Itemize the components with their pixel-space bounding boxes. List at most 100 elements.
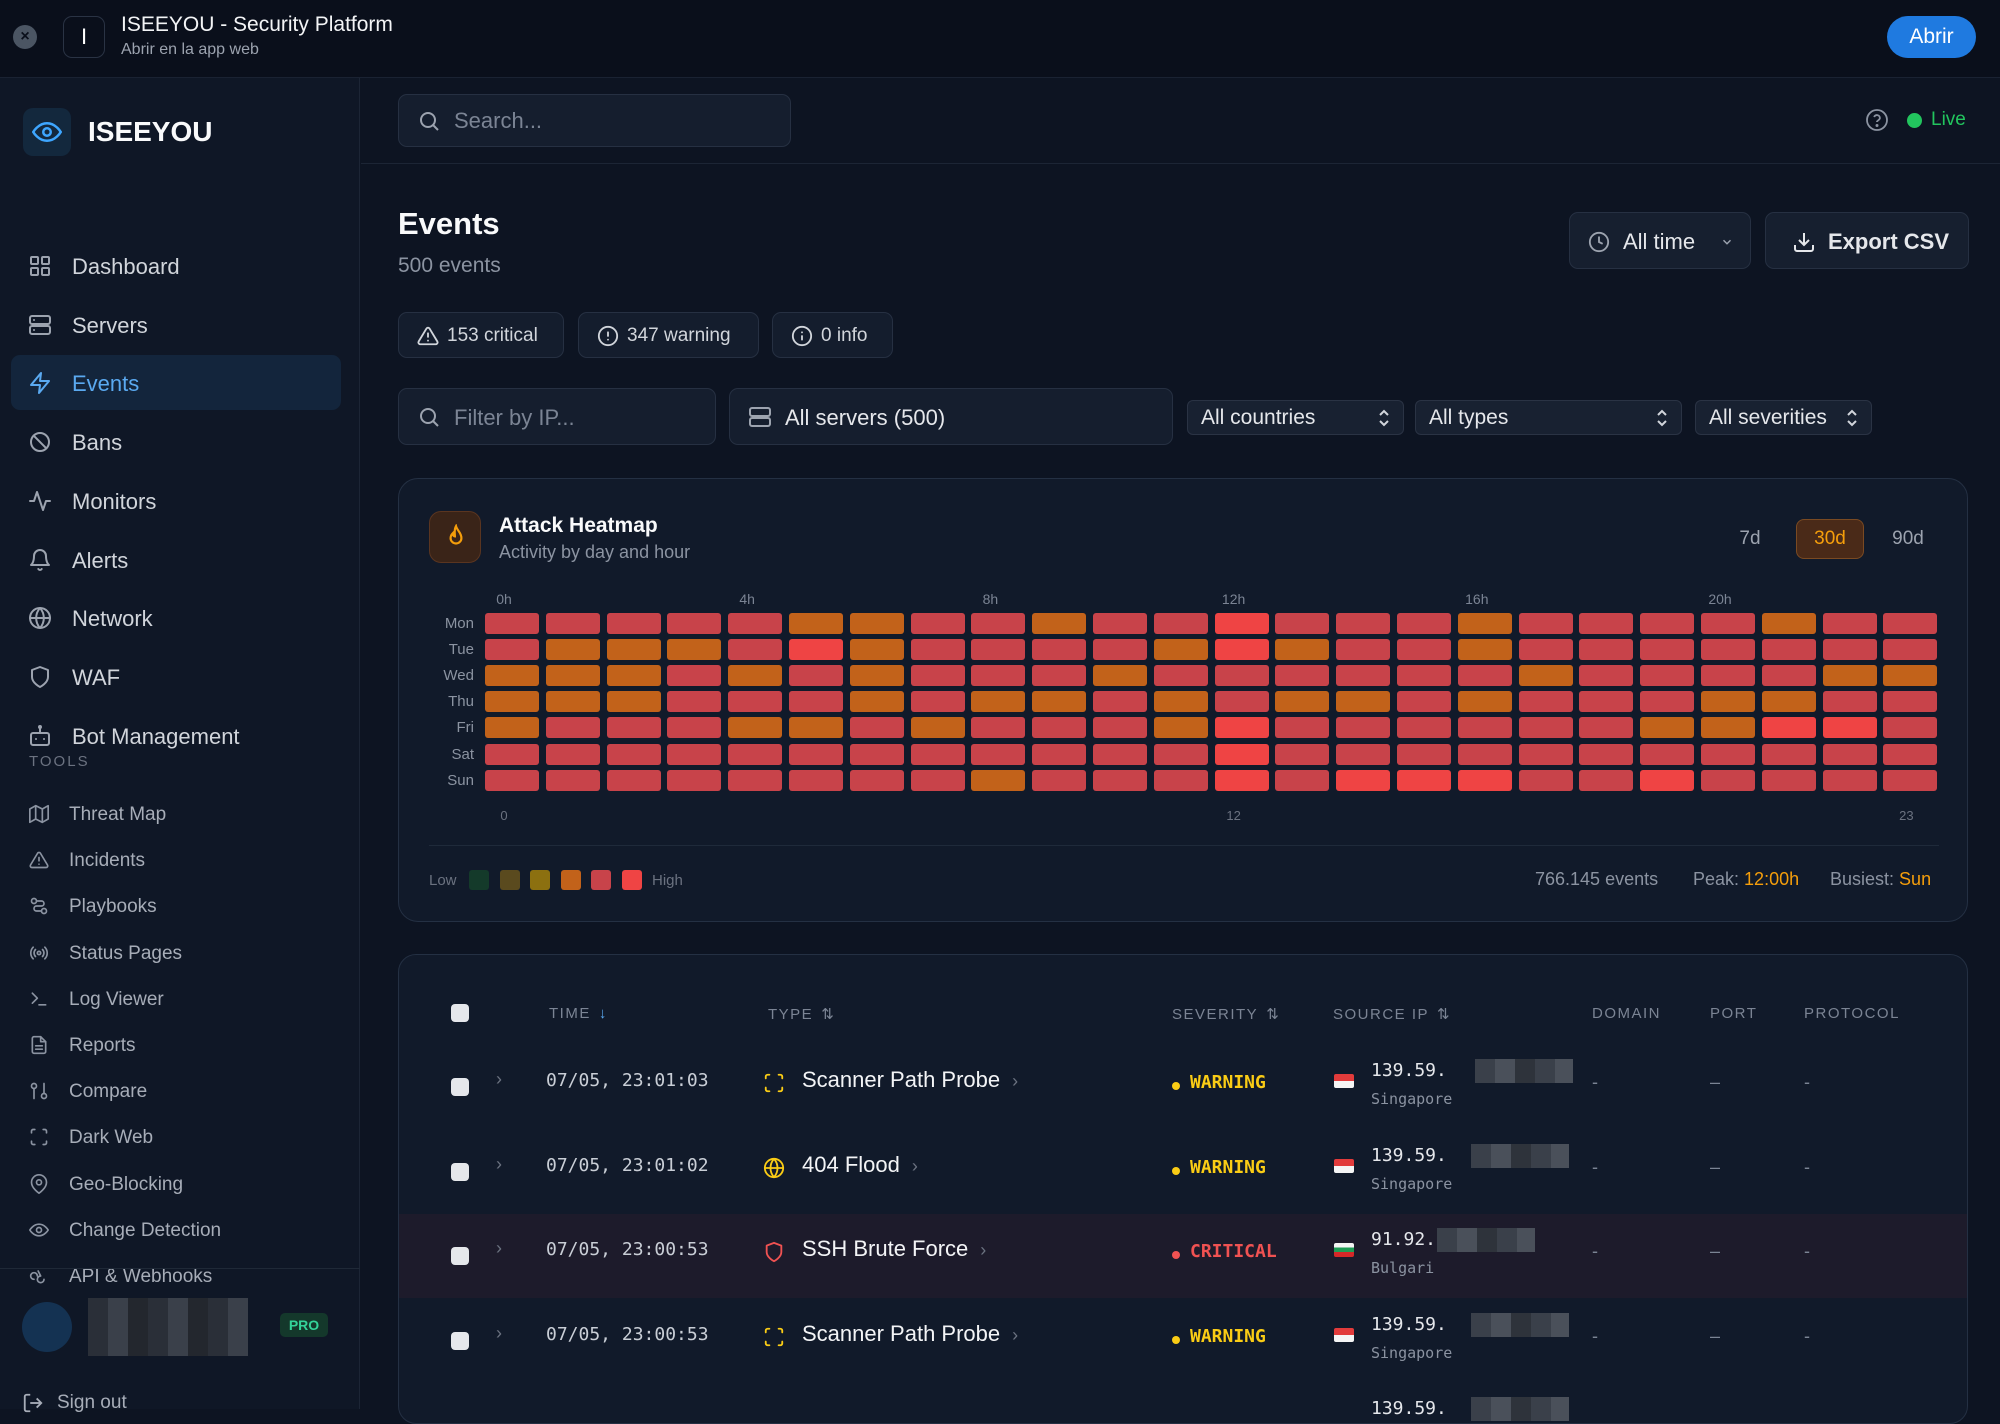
heatmap-cell[interactable] [728,665,783,687]
heatmap-cell[interactable] [1397,665,1451,687]
heatmap-cell[interactable] [1822,639,1877,661]
heatmap-cell[interactable] [1032,743,1087,765]
heatmap-cell[interactable] [1032,691,1087,713]
heatmap-cell[interactable] [1457,743,1512,765]
heatmap-cell[interactable] [849,717,904,739]
tool-item-reports[interactable]: Reports [29,1031,329,1061]
heatmap-cell[interactable] [545,613,600,634]
sidebar-item-dashboard[interactable]: Dashboard [11,238,341,293]
heatmap-cell[interactable] [789,743,843,765]
heatmap-cell[interactable] [910,665,965,687]
heatmap-cell[interactable] [545,769,600,791]
select-all-checkbox[interactable] [451,1004,469,1022]
heatmap-cell[interactable] [971,691,1026,713]
heatmap-cell[interactable] [545,639,600,661]
heatmap-cell[interactable] [1640,769,1695,791]
heatmap-cell[interactable] [1214,613,1269,634]
heatmap-cell[interactable] [849,639,904,661]
heatmap-cell[interactable] [910,639,965,661]
heatmap-cell[interactable] [1275,691,1330,713]
heatmap-cell[interactable] [849,691,904,713]
heatmap-cell[interactable] [1822,743,1877,765]
heatmap-cell[interactable] [1761,717,1816,739]
heatmap-cell[interactable] [1883,691,1938,713]
heatmap-cell[interactable] [667,717,722,739]
table-row[interactable]: 139.59. [399,1383,1967,1423]
range-30d[interactable]: 30d [1796,519,1864,559]
heatmap-cell[interactable] [1640,665,1695,687]
heatmap-cell[interactable] [606,613,661,634]
heatmap-cell[interactable] [1457,639,1512,661]
heatmap-cell[interactable] [1883,717,1938,739]
heatmap-cell[interactable] [1336,691,1391,713]
heatmap-cell[interactable] [1579,743,1634,765]
heatmap-cell[interactable] [1883,769,1938,791]
heatmap-cell[interactable] [545,691,600,713]
heatmap-cell[interactable] [1822,691,1877,713]
heatmap-cell[interactable] [1822,613,1877,634]
tool-item-dark-web[interactable]: Dark Web [29,1123,329,1153]
open-app-button[interactable]: Abrir [1887,16,1976,58]
heatmap-cell[interactable] [910,769,965,791]
chevron-right-icon[interactable]: › [496,1069,502,1090]
row-checkbox[interactable] [451,1078,469,1096]
heatmap-cell[interactable] [1761,639,1816,661]
heatmap-cell[interactable] [1457,691,1512,713]
heatmap-cell[interactable] [1153,717,1208,739]
heatmap-cell[interactable] [1214,691,1269,713]
heatmap-cell[interactable] [545,717,600,739]
heatmap-cell[interactable] [910,613,965,634]
heatmap-cell[interactable] [1822,665,1877,687]
heatmap-cell[interactable] [789,717,843,739]
help-icon[interactable] [1865,108,1889,132]
heatmap-cell[interactable] [1579,639,1634,661]
heatmap-cell[interactable] [485,717,539,739]
search-input[interactable] [454,107,774,135]
heatmap-cell[interactable] [1579,613,1634,634]
table-row[interactable]: › 07/05, 23:01:02 404 Flood › WARNING Singapo… [399,1130,1967,1214]
heatmap-cell[interactable] [1457,769,1512,791]
heatmap-cell[interactable] [1336,769,1391,791]
heatmap-cell[interactable] [1640,691,1695,713]
severity-chip-2[interactable]: 0 info [772,312,893,358]
heatmap-cell[interactable] [1153,691,1208,713]
heatmap-cell[interactable] [667,769,722,791]
heatmap-cell[interactable] [789,769,843,791]
heatmap-cell[interactable] [1336,613,1391,634]
heatmap-cell[interactable] [1032,613,1087,634]
heatmap-cell[interactable] [728,717,783,739]
heatmap-cell[interactable] [1518,691,1573,713]
heatmap-cell[interactable] [1640,639,1695,661]
heatmap-cell[interactable] [1153,769,1208,791]
country-select[interactable]: All countries [1187,400,1404,435]
close-icon[interactable]: × [13,25,37,49]
chevron-right-icon[interactable]: › [496,1323,502,1344]
heatmap-cell[interactable] [971,665,1026,687]
heatmap-cell[interactable] [1640,613,1695,634]
heatmap-cell[interactable] [1214,769,1269,791]
table-row[interactable]: › 07/05, 23:01:03 Scanner Path Probe › WARNI… [399,1045,1967,1129]
heatmap-cell[interactable] [1032,665,1087,687]
heatmap-cell[interactable] [1032,769,1087,791]
tool-item-compare[interactable]: Compare [29,1077,329,1107]
heatmap-cell[interactable] [971,743,1026,765]
event-type[interactable]: Scanner Path Probe › [802,1321,1018,1347]
tool-item-geo-blocking[interactable]: Geo-Blocking [29,1170,329,1200]
heatmap-cell[interactable] [1275,769,1330,791]
range-90d[interactable]: 90d [1881,519,1935,559]
heatmap-cell[interactable] [485,613,539,634]
table-row[interactable]: › 07/05, 23:00:53 Scanner Path Probe › WARNI… [399,1299,1967,1383]
heatmap-cell[interactable] [1701,613,1755,634]
heatmap-cell[interactable] [1397,639,1451,661]
heatmap-cell[interactable] [728,639,783,661]
heatmap-cell[interactable] [1153,613,1208,634]
tool-item-incidents[interactable]: Incidents [29,846,329,876]
heatmap-cell[interactable] [1518,743,1573,765]
heatmap-cell[interactable] [1032,639,1087,661]
heatmap-cell[interactable] [1761,613,1816,634]
brand-name[interactable]: ISEEYOU [88,116,212,148]
heatmap-cell[interactable] [1822,769,1877,791]
heatmap-cell[interactable] [849,743,904,765]
heatmap-cell[interactable] [1093,691,1147,713]
column-source-ip[interactable]: SOURCE IP ⇅ [1333,1005,1451,1023]
